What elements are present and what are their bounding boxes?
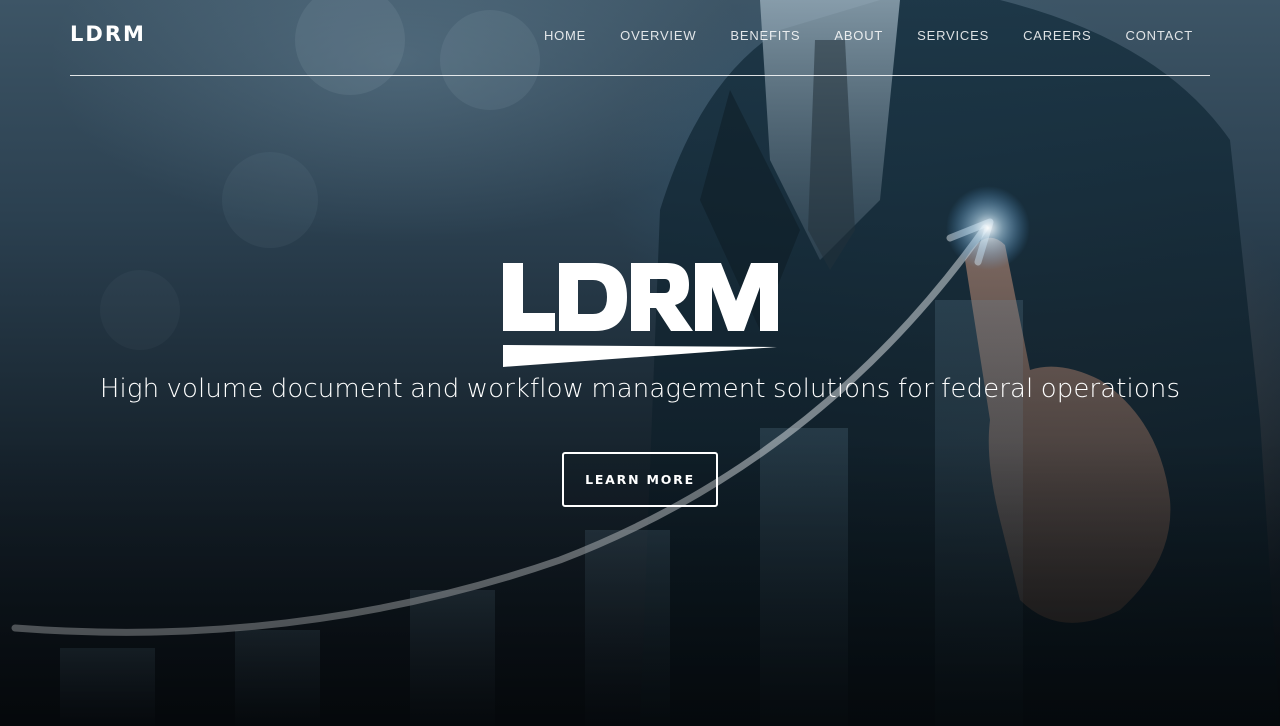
nav-link-contact[interactable]: CONTACT xyxy=(1109,28,1210,43)
learn-more-button[interactable]: LEARN MORE xyxy=(562,452,718,507)
brand-logo-link[interactable]: LDRM xyxy=(70,22,146,46)
nav-link-about[interactable]: ABOUT xyxy=(817,28,900,43)
nav-link-home[interactable]: HOME xyxy=(527,28,603,43)
nav-link-overview[interactable]: OVERVIEW xyxy=(603,28,713,43)
hero-section: LDRM HOME OVERVIEW BENEFITS ABOUT SERVIC… xyxy=(0,0,1280,726)
nav-menu: HOME OVERVIEW BENEFITS ABOUT SERVICES CA… xyxy=(527,28,1210,43)
nav-link-services[interactable]: SERVICES xyxy=(900,28,1006,43)
nav-link-careers[interactable]: CAREERS xyxy=(1006,28,1108,43)
ldrm-logo xyxy=(503,263,778,367)
nav-link-benefits[interactable]: BENEFITS xyxy=(713,28,817,43)
hero-tagline: High volume document and workflow manage… xyxy=(99,374,1181,404)
top-navbar: LDRM HOME OVERVIEW BENEFITS ABOUT SERVIC… xyxy=(70,0,1210,76)
